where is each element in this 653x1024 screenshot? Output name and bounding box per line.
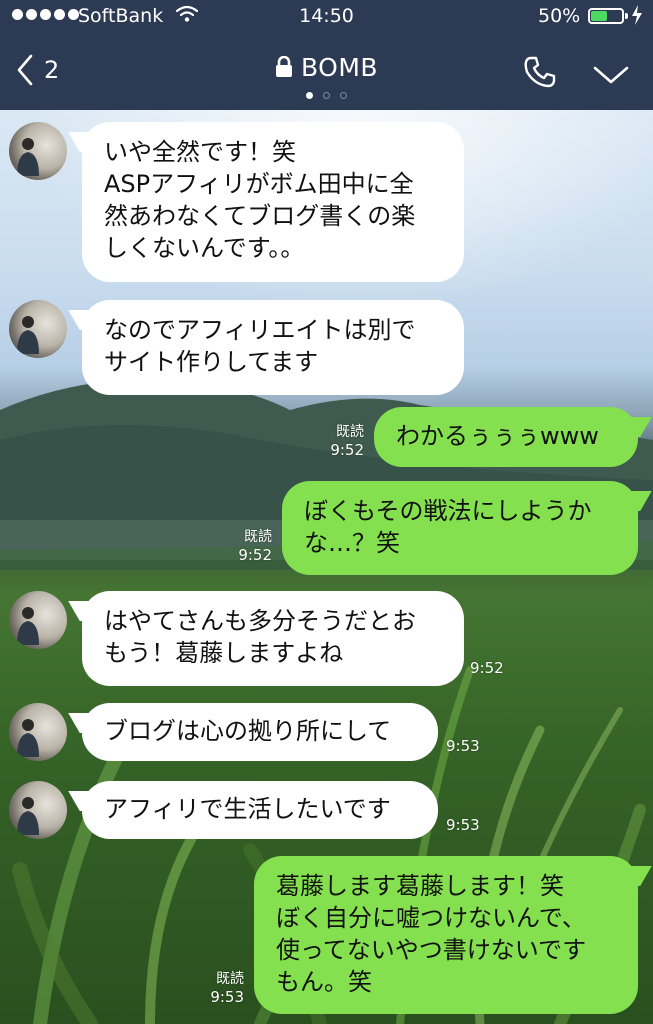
- message-time: 9:52: [238, 546, 272, 564]
- avatar[interactable]: [9, 300, 67, 358]
- status-bar: SoftBank 14:50 50%: [0, 0, 653, 36]
- avatar[interactable]: [9, 591, 67, 649]
- message-meta: 既読 9:52: [316, 423, 364, 459]
- message-bubble-outgoing[interactable]: ぼくもその戦法にしようか な…？笑: [282, 481, 638, 575]
- person-silhouette: [17, 316, 39, 354]
- person-silhouette: [17, 138, 39, 176]
- battery-fill: [591, 11, 607, 21]
- page-dot: [323, 92, 330, 99]
- message-meta: 9:53: [446, 737, 494, 755]
- message-bubble-incoming[interactable]: はやてさんも多分そうだとお もう！葛藤しますよね: [82, 591, 464, 686]
- phone-icon[interactable]: [522, 54, 558, 90]
- message-bubble-incoming[interactable]: いや全然です！笑 ASPアフィリがボム田中に全 然あわなくてブログ書くの楽 しく…: [82, 122, 464, 282]
- message-bubble-outgoing[interactable]: わかるぅぅぅwww: [374, 407, 638, 467]
- person-silhouette: [17, 719, 39, 757]
- charging-bolt-icon: [632, 5, 642, 25]
- message-bubble-outgoing[interactable]: 葛藤します葛藤します！笑 ぼく自分に嘘つけないんで、 使ってないやつ書けないです…: [254, 856, 638, 1014]
- page-dot: [340, 92, 347, 99]
- message-time: 9:53: [446, 737, 480, 755]
- message-time: 9:52: [330, 441, 364, 459]
- chevron-down-icon[interactable]: [592, 60, 630, 88]
- message-meta: 9:52: [470, 659, 518, 677]
- chat-title-text: BOMB: [300, 53, 379, 82]
- page-indicator: [0, 92, 653, 99]
- message-bubble-incoming[interactable]: なのでアフィリエイトは別で サイト作りしてます: [82, 300, 464, 395]
- message-meta: 9:53: [446, 816, 494, 834]
- avatar[interactable]: [9, 781, 67, 839]
- person-silhouette: [17, 607, 39, 645]
- message-meta: 既読 9:52: [224, 528, 272, 564]
- message-bubble-incoming[interactable]: ブログは心の拠り所にして: [82, 703, 438, 761]
- battery-icon: [588, 8, 628, 24]
- chat-area[interactable]: いや全然です！笑 ASPアフィリがボム田中に全 然あわなくてブログ書くの楽 しく…: [0, 110, 653, 1024]
- avatar[interactable]: [9, 122, 67, 180]
- person-silhouette: [17, 797, 39, 835]
- message-meta: 既読 9:53: [196, 970, 244, 1006]
- page-dot: [306, 92, 313, 99]
- message-time: 9:53: [210, 988, 244, 1006]
- read-receipt: 既読: [216, 971, 244, 987]
- top-bar: SoftBank 14:50 50% 2 BOMB: [0, 0, 653, 110]
- avatar[interactable]: [9, 703, 67, 761]
- message-time: 9:52: [470, 659, 504, 677]
- lock-icon: [275, 56, 292, 77]
- read-receipt: 既読: [244, 529, 272, 545]
- message-time: 9:53: [446, 816, 480, 834]
- message-bubble-incoming[interactable]: アフィリで生活したいです: [82, 781, 438, 839]
- battery-percent: 50%: [538, 5, 581, 27]
- read-receipt: 既読: [336, 424, 364, 440]
